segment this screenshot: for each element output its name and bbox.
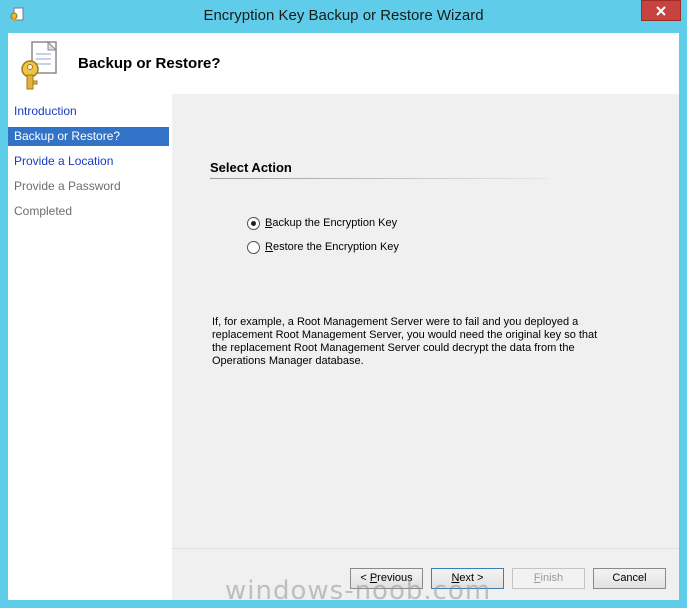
section-divider: [210, 178, 547, 179]
backup-key-option[interactable]: Backup the Encryption Key: [247, 215, 397, 231]
window-title: Encryption Key Backup or Restore Wizard: [203, 7, 484, 24]
nav-item-backup-or-restore[interactable]: Backup or Restore?: [8, 127, 169, 146]
section-title: Select Action: [210, 160, 292, 175]
backup-option-label: Backup the Encryption Key: [265, 217, 398, 229]
title-bar[interactable]: Encryption Key Backup or Restore Wizard: [0, 0, 687, 33]
wizard-navigation: Introduction Backup or Restore? Provide …: [8, 94, 172, 600]
restore-radio[interactable]: [247, 240, 260, 254]
page-title: Backup or Restore?: [78, 55, 221, 72]
backup-radio[interactable]: [247, 216, 260, 230]
nav-item-introduction[interactable]: Introduction: [8, 102, 169, 121]
nav-item-completed: Completed: [14, 204, 73, 218]
footer-divider: [172, 548, 679, 549]
restore-key-option[interactable]: Restore the Encryption Key: [247, 239, 399, 255]
description-text: If, for example, a Root Management Serve…: [212, 316, 598, 367]
wizard-client-area: Backup or Restore? Introduction Backup o…: [8, 33, 679, 600]
close-icon: [656, 5, 666, 16]
wizard-window: Encryption Key Backup or Restore Wizard …: [0, 0, 687, 608]
nav-item-provide-location[interactable]: Provide a Location: [8, 152, 169, 171]
finish-button: Finish: [512, 568, 585, 589]
wizard-header: Backup or Restore?: [8, 33, 679, 94]
restore-option-label: Restore the Encryption Key: [265, 241, 399, 253]
key-document-icon: [21, 40, 58, 90]
close-button[interactable]: [641, 0, 681, 21]
cancel-button[interactable]: Cancel: [593, 568, 666, 589]
watermark: windows-noob.com: [225, 576, 492, 606]
nav-item-provide-password: Provide a Password: [14, 179, 121, 193]
